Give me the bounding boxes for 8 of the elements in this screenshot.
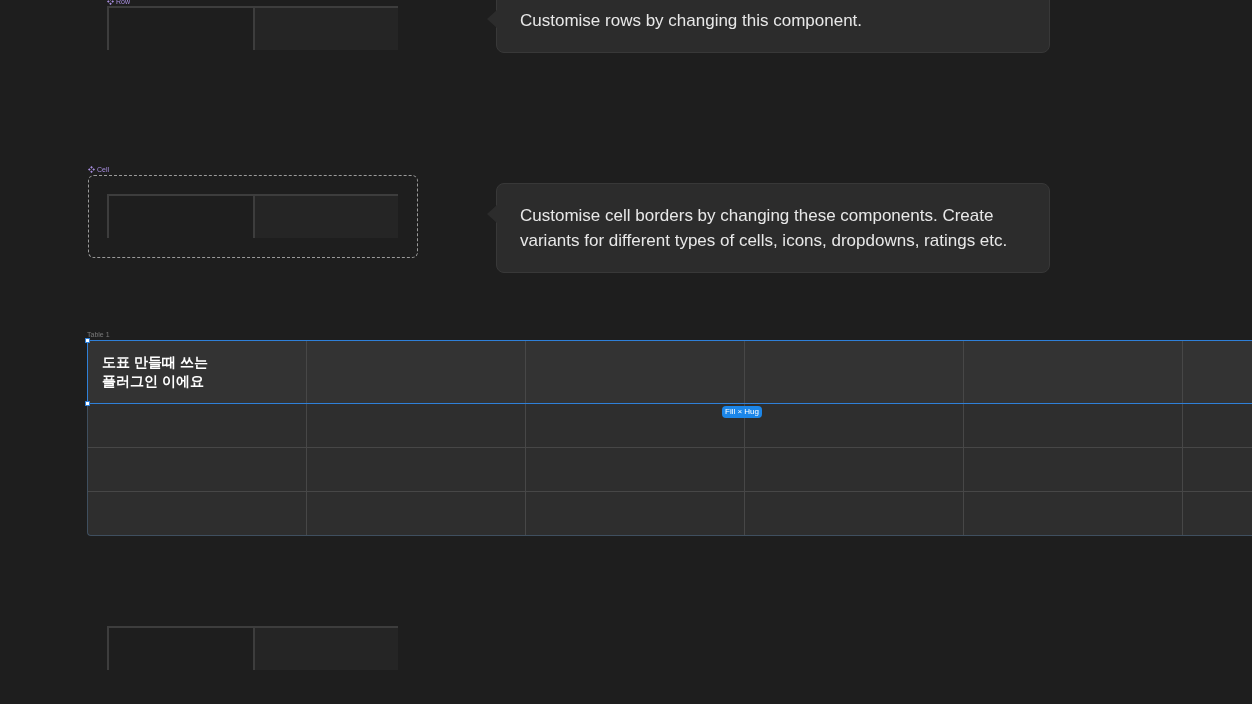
header-text: 도표 만들때 쓰는 플러그인 이에요 <box>102 352 208 391</box>
resize-handle[interactable] <box>85 338 90 343</box>
tooltip-text: Customise cell borders by changing these components. Create variants for different types of cells, icons, dropdowns, ratings etc. <box>520 205 1009 252</box>
tooltip-text: Customise rows by changing this component. <box>520 10 864 32</box>
resize-handle[interactable] <box>85 401 90 406</box>
component-icon <box>107 0 114 5</box>
component-icon <box>88 166 95 173</box>
size-badge: Fill × Hug <box>722 406 762 418</box>
